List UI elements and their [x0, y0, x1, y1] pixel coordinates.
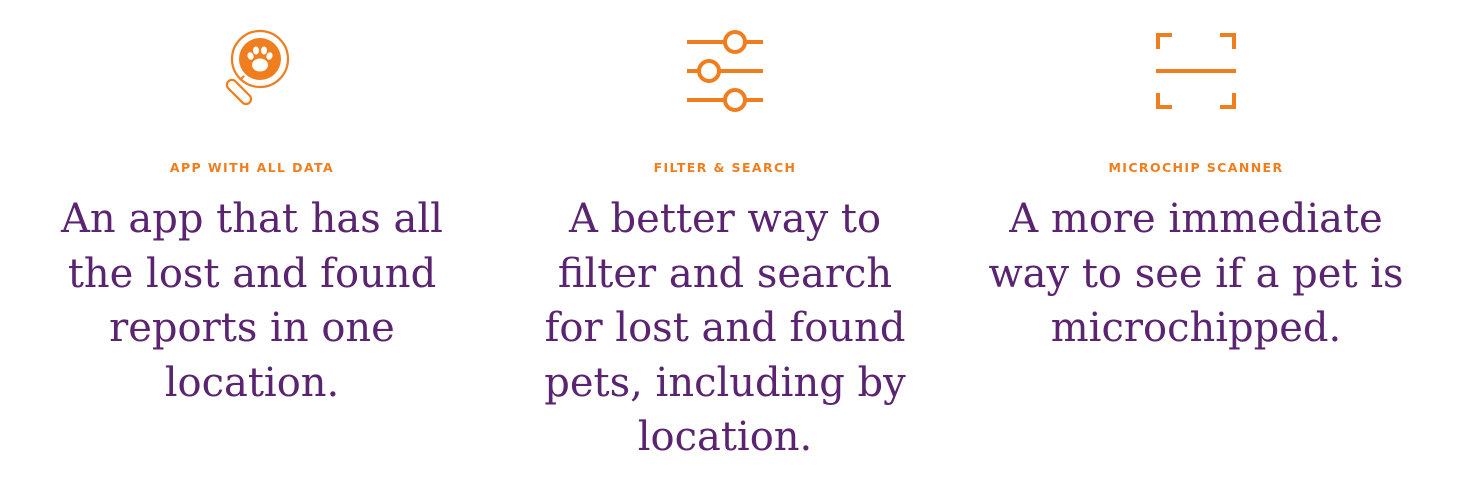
feature-description: A better way to filter and search for lo…: [515, 192, 935, 465]
description-line: the lost and found: [67, 250, 437, 297]
description-line: An app that has all: [61, 196, 443, 242]
description-line: for lost and found: [544, 305, 906, 351]
description-line: A more immediate: [1009, 196, 1383, 242]
description-line: location.: [637, 414, 813, 460]
sliders-icon: [515, 25, 935, 117]
description-line: location.: [164, 359, 340, 406]
description-line: reports in one: [109, 305, 395, 351]
feature-description: A more immediate way to see if a pet is …: [986, 192, 1406, 356]
description-line: pets, including by: [544, 359, 906, 406]
feature-label: FILTER & SEARCH: [653, 160, 797, 175]
feature-label: APP WITH ALL DATA: [169, 160, 335, 175]
description-line: A better way to: [568, 196, 882, 242]
description-line: microchipped.: [1050, 305, 1342, 351]
description-line: filter and search: [557, 250, 893, 297]
scanner-icon: [986, 25, 1406, 117]
features-section: APP WITH ALL DATA An app that has all th…: [0, 0, 1470, 485]
description-line: way to see if a pet is: [988, 250, 1404, 297]
magnifier-paw-icon: [42, 25, 462, 117]
feature-description: An app that has all the lost and found r…: [42, 192, 462, 410]
feature-label: MICROCHIP SCANNER: [1108, 160, 1284, 175]
